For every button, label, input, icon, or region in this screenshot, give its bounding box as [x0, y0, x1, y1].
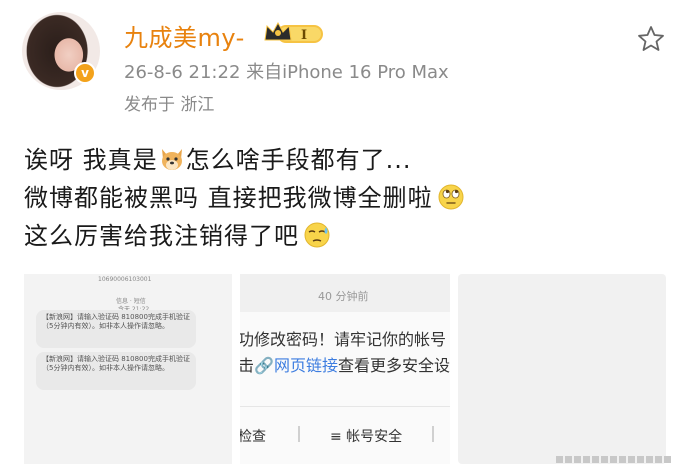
notice-line-2b: 查看更多安全设 — [337, 356, 450, 375]
notice-line-2a: 击 — [240, 356, 255, 375]
sweat-emoji — [304, 222, 330, 248]
notice-time: 40 分钟前 — [318, 290, 369, 303]
post-text-2: 微博都能被黑吗 直接把我微博全删啦 — [24, 184, 433, 212]
separator — [298, 426, 300, 442]
vip-crown-badge-icon: I — [264, 21, 323, 43]
post-text-line-3: 这么厉害给我注销得了吧 — [24, 216, 331, 251]
eye-roll-emoji — [438, 184, 464, 210]
notice-line-2: 击🔗网页链接查看更多安全设 — [240, 352, 450, 376]
sms-message-1: 【新浪网】请输入验证码 810800完成手机验证（5分钟内有效）。如非本人操作请… — [36, 310, 196, 348]
verified-badge-icon: v — [74, 62, 96, 84]
post-text-1b: 怎么啥手段都有了... — [185, 146, 412, 174]
post-text-1a: 诶呀 我真是 — [24, 146, 158, 174]
separator — [432, 426, 434, 442]
dog-face-emoji — [161, 149, 182, 170]
divider — [240, 406, 450, 407]
post-text-line-1: 诶呀 我真是 怎么啥手段都有了... — [24, 140, 412, 175]
post-image-1[interactable]: 10690006103001 信息 · 短信 今天 21:22 【新浪网】请输入… — [24, 274, 232, 464]
watermark — [556, 456, 671, 463]
post-location: 发布于 浙江 — [124, 95, 215, 115]
vip-level: I — [301, 28, 307, 43]
sms-message-2: 【新浪网】请输入验证码 810800完成手机验证（5分钟内有效）。如非本人操作请… — [36, 352, 196, 390]
username[interactable]: 九成美my- — [124, 18, 245, 53]
sms-sender: 10690006103001 — [98, 276, 152, 283]
post-meta: 26-8-6 21:22 来自iPhone 16 Pro Max — [124, 62, 449, 83]
post-image-3[interactable] — [458, 274, 666, 464]
star-outline-icon[interactable] — [636, 24, 666, 54]
account-security-button[interactable]: ≡ 帐号安全 — [330, 426, 402, 446]
notice-line-1: 功修改密码！请牢记你的帐号 — [240, 330, 447, 349]
post-text-3: 这么厉害给我注销得了吧 — [24, 222, 299, 250]
post-text-line-2: 微博都能被黑吗 直接把我微博全删啦 — [24, 178, 465, 213]
post-image-2[interactable]: 40 分钟前 功修改密码！请牢记你的帐号 击🔗网页链接查看更多安全设 检查 ≡ … — [240, 274, 450, 464]
check-button[interactable]: 检查 — [240, 426, 266, 446]
web-link[interactable]: 🔗网页链接 — [254, 356, 338, 375]
